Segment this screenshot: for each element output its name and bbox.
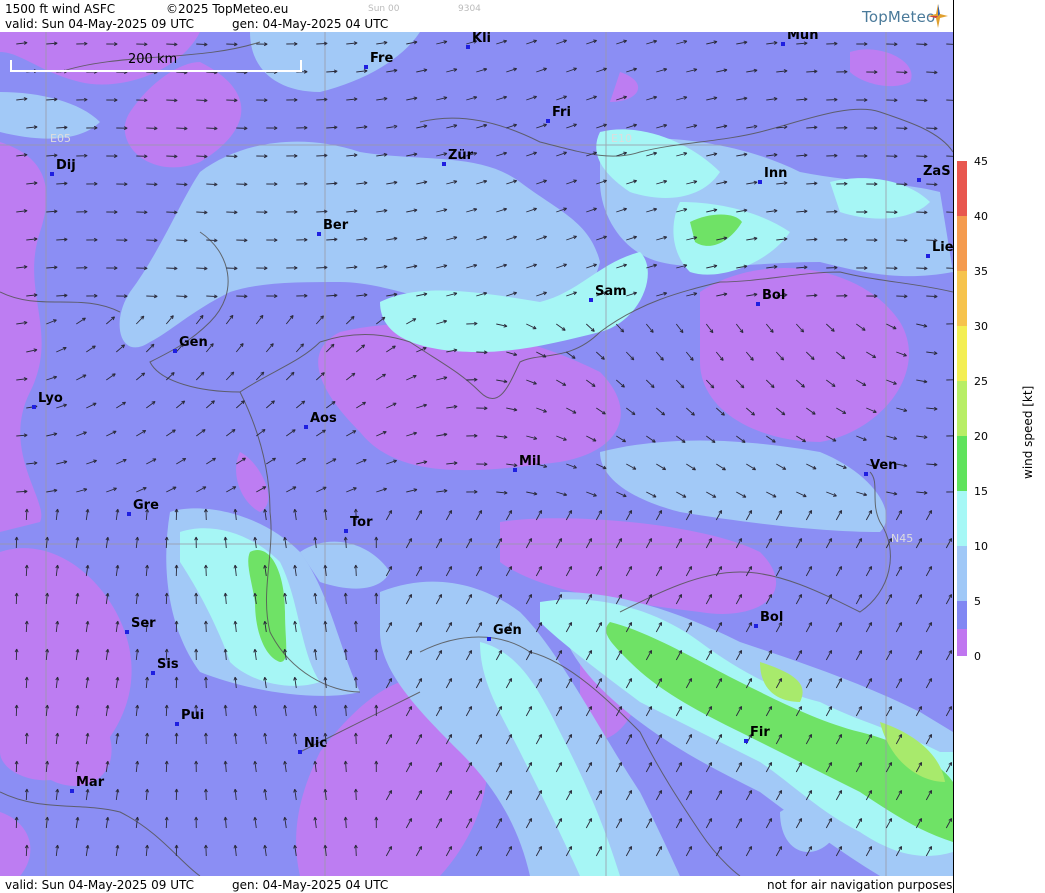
grid-label-n45: N45 xyxy=(891,532,914,545)
city-dot xyxy=(151,671,155,675)
city-name: Sis xyxy=(157,657,179,672)
valid-time: valid: Sun 04-May-2025 09 UTC xyxy=(5,17,194,31)
city-name: Ven xyxy=(870,458,898,473)
city-dot xyxy=(304,425,308,429)
footer-bar: valid: Sun 04-May-2025 09 UTC gen: 04-Ma… xyxy=(0,876,953,893)
city-dot xyxy=(32,405,36,409)
footer-valid-time: valid: Sun 04-May-2025 09 UTC xyxy=(5,878,194,892)
colorbar-tick: 45 xyxy=(974,155,988,168)
city-name: Mil xyxy=(519,454,541,469)
code-label: 9304 xyxy=(458,4,481,14)
city-dot xyxy=(125,630,129,634)
run-label: Sun 00 xyxy=(368,4,400,14)
city-name: Bol xyxy=(762,288,786,303)
colorbar-tick: 5 xyxy=(974,595,981,608)
copyright: ©2025 TopMeteo.eu xyxy=(166,2,289,16)
city-dot xyxy=(442,162,446,166)
grid-label-e05: E05 xyxy=(50,132,71,145)
colorbar-tick: 35 xyxy=(974,265,988,278)
city-dot xyxy=(513,468,517,472)
footer-generated-time: gen: 04-May-2025 04 UTC xyxy=(232,878,389,892)
city-dot xyxy=(364,65,368,69)
grid-label-e10: E10 xyxy=(611,132,632,145)
city-name: Mün xyxy=(787,32,819,43)
city-dot xyxy=(756,302,760,306)
city-dot xyxy=(744,739,748,743)
colorbar-tick: 10 xyxy=(974,540,988,553)
city-name: Aos xyxy=(310,411,337,426)
city-name: ZaS xyxy=(923,164,951,179)
city-dot xyxy=(758,180,762,184)
disclaimer: not for air navigation purposes xyxy=(767,878,953,892)
wind-map: 200 km E05 E10 N45 Kli Mün Fre Fri Dij Z… xyxy=(0,32,953,876)
wind-field xyxy=(0,32,953,876)
city-dot xyxy=(864,472,868,476)
colorbar xyxy=(957,161,967,656)
city-name: Mar xyxy=(76,775,105,790)
city-dot xyxy=(70,789,74,793)
city-name: Sam xyxy=(595,284,627,299)
colorbar-title: wind speed [kt] xyxy=(1021,385,1035,479)
generated-time: gen: 04-May-2025 04 UTC xyxy=(232,17,389,31)
city-dot xyxy=(917,178,921,182)
city-name: Lie xyxy=(932,240,953,255)
product-title: 1500 ft wind ASFC xyxy=(5,2,116,16)
city-name: Dij xyxy=(56,158,76,173)
city-dot xyxy=(317,232,321,236)
scale-label: 200 km xyxy=(128,52,178,67)
colorbar-tick: 0 xyxy=(974,650,981,663)
city-name: Zür xyxy=(448,148,474,163)
legend-panel: 45 40 35 30 25 20 15 10 5 0 wind speed [… xyxy=(953,0,1045,893)
city-name: Kli xyxy=(472,32,491,46)
city-name: Fir xyxy=(750,725,770,740)
city-dot xyxy=(298,750,302,754)
city-name: Tor xyxy=(350,515,373,530)
city-name: Nic xyxy=(304,736,328,751)
city-name: Bol xyxy=(760,610,784,625)
header-bar: 1500 ft wind ASFC ©2025 TopMeteo.eu Sun … xyxy=(0,0,953,32)
colorbar-tick: 30 xyxy=(974,320,988,333)
compass-logo-icon xyxy=(928,4,948,28)
city-name: Fre xyxy=(370,51,394,66)
city-dot xyxy=(487,637,491,641)
city-dot xyxy=(926,254,930,258)
city-name: Ber xyxy=(323,218,349,233)
colorbar-tick: 40 xyxy=(974,210,988,223)
city-dot xyxy=(173,349,177,353)
topmeteo-logo: TopMeteo xyxy=(862,8,936,26)
city-dot xyxy=(546,119,550,123)
city-dot xyxy=(344,529,348,533)
city-name: Gen xyxy=(493,623,522,638)
city-name: Inn xyxy=(764,166,788,181)
city-dot xyxy=(466,45,470,49)
city-name: Fri xyxy=(552,105,571,120)
city-dot xyxy=(781,42,785,46)
city-name: Gre xyxy=(133,498,159,513)
city-dot xyxy=(754,624,758,628)
city-dot xyxy=(175,722,179,726)
colorbar-tick: 15 xyxy=(974,485,988,498)
colorbar-tick: 20 xyxy=(974,430,988,443)
city-name: Lyo xyxy=(38,391,63,406)
city-dot xyxy=(589,298,593,302)
city-name: Ser xyxy=(131,616,156,631)
colorbar-tick: 25 xyxy=(974,375,988,388)
city-name: Gen xyxy=(179,335,208,350)
city-dot xyxy=(50,172,54,176)
city-dot xyxy=(127,512,131,516)
city-name: Pui xyxy=(181,708,205,723)
